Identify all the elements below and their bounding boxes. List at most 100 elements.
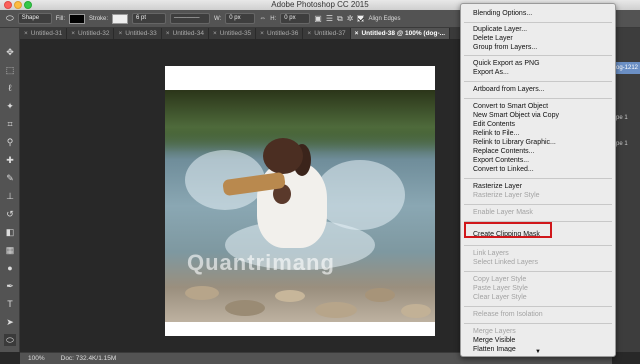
tab-untitled-36[interactable]: × Untitled-36 [256, 28, 304, 39]
healing-brush-icon[interactable]: ✚ [4, 154, 16, 166]
tab-untitled-35[interactable]: × Untitled-35 [209, 28, 257, 39]
right-panels: og-1212 pe 1 pe 1 [612, 28, 640, 352]
tab-close-icon[interactable]: × [71, 28, 75, 39]
fill-label: Fill: [55, 15, 66, 22]
shape-tool-icon[interactable]: ⬭ [6, 13, 14, 24]
menu-item-convert-to-linked[interactable]: Convert to Linked... [473, 165, 534, 174]
ellipse-tool-icon[interactable]: ⬭ [4, 334, 16, 346]
menu-item-duplicate-layer[interactable]: Duplicate Layer... [473, 25, 527, 34]
height-input[interactable]: 0 px [280, 13, 311, 24]
menu-item-merge-layers: Merge Layers [473, 328, 516, 335]
width-input[interactable]: 0 px [225, 13, 256, 24]
menu-separator [464, 245, 612, 246]
menu-item-relink-to-file[interactable]: Relink to File... [473, 129, 519, 138]
menu-item-merge-visible[interactable]: Merge Visible [473, 336, 515, 345]
clone-stamp-icon[interactable]: ⊥ [4, 190, 16, 202]
menu-item-rasterize-layer[interactable]: Rasterize Layer [473, 182, 522, 191]
path-selection-icon[interactable]: ➤ [4, 316, 16, 328]
menu-item-rasterize-layer-style: Rasterize Layer Style [473, 192, 540, 199]
menu-item-convert-smart-object[interactable]: Convert to Smart Object [473, 102, 548, 111]
tab-untitled-32[interactable]: × Untitled-32 [67, 28, 115, 39]
clipping-mask-highlight [464, 222, 552, 238]
align-edges-checkbox[interactable] [357, 15, 365, 22]
tab-close-icon[interactable]: × [213, 28, 217, 39]
tab-untitled-38-active[interactable]: × Untitled-38 @ 100% (dog-... [350, 28, 451, 39]
move-tool-icon[interactable]: ✥ [4, 46, 16, 58]
menu-item-artboard-from-layers[interactable]: Artboard from Layers... [473, 85, 545, 94]
layer-context-menu: Blending Options... Duplicate Layer... D… [460, 3, 616, 357]
tab-close-icon[interactable]: × [24, 28, 28, 39]
tab-close-icon[interactable]: × [260, 28, 264, 39]
tab-untitled-37[interactable]: × Untitled-37 [303, 28, 351, 39]
stroke-type-select[interactable]: ────── [170, 13, 211, 24]
layer-row[interactable]: og-1212 [613, 62, 640, 74]
photoshop-window: Adobe Photoshop CC 2015 ⬭ Shape Fill: St… [0, 0, 640, 364]
menu-item-edit-contents[interactable]: Edit Contents [473, 120, 515, 129]
mode-select[interactable]: Shape [17, 13, 52, 24]
menu-item-quick-export-png[interactable]: Quick Export as PNG [473, 59, 540, 68]
tab-close-icon[interactable]: × [166, 28, 170, 39]
path-arrangement-icon[interactable]: ⧉ [337, 14, 343, 24]
crop-tool-icon[interactable]: ⌗ [4, 118, 16, 130]
menu-item-flatten-image[interactable]: Flatten Image [473, 345, 516, 352]
menu-item-group-from-layers[interactable]: Group from Layers... [473, 43, 537, 52]
history-brush-icon[interactable]: ↺ [4, 208, 16, 220]
menu-item-export-as[interactable]: Export As... [473, 68, 509, 77]
menu-separator [464, 323, 612, 324]
magic-wand-icon[interactable]: ✦ [4, 100, 16, 112]
path-alignment-icon[interactable]: ☰ [326, 14, 333, 23]
menu-separator [464, 178, 612, 179]
menu-separator [464, 306, 612, 307]
menu-item-release-from-isolation: Release from Isolation [473, 311, 543, 318]
menu-item-export-contents[interactable]: Export Contents... [473, 156, 529, 165]
tab-untitled-34[interactable]: × Untitled-34 [162, 28, 209, 39]
w-label: W: [214, 15, 222, 22]
menu-item-delete-layer[interactable]: Delete Layer [473, 34, 513, 43]
type-tool-icon[interactable]: T [4, 298, 16, 310]
marquee-tool-icon[interactable]: ⬚ [4, 64, 16, 76]
lasso-tool-icon[interactable]: ℓ [4, 82, 16, 94]
eraser-icon[interactable]: ◧ [4, 226, 16, 238]
scroll-down-arrow-icon[interactable]: ▼ [535, 349, 541, 355]
menu-separator [464, 271, 612, 272]
menu-item-select-linked-layers: Select Linked Layers [473, 259, 538, 266]
tab-close-icon[interactable]: × [307, 28, 311, 39]
menu-item-link-layers: Link Layers [473, 250, 509, 257]
link-icon[interactable]: ⇔ [259, 15, 266, 22]
stroke-width-input[interactable]: 6 pt [132, 13, 167, 24]
brush-tool-icon[interactable]: ✎ [4, 172, 16, 184]
tab-untitled-31[interactable]: × Untitled-31 [20, 28, 68, 39]
menu-item-copy-layer-style: Copy Layer Style [473, 276, 527, 283]
menu-item-replace-contents[interactable]: Replace Contents... [473, 147, 534, 156]
align-edges-label: Align Edges [368, 15, 401, 22]
menu-item-relink-library-graphic[interactable]: Relink to Library Graphic... [473, 138, 556, 147]
doc-size: Doc: 732.4K/1.15M [60, 355, 117, 362]
eyedropper-icon[interactable]: ⚲ [4, 136, 16, 148]
stroke-swatch[interactable] [112, 13, 129, 24]
menu-item-enable-layer-mask: Enable Layer Mask [473, 209, 533, 216]
menu-item-new-smart-object-copy[interactable]: New Smart Object via Copy [473, 111, 559, 120]
path-operations-icon[interactable]: ▣ [314, 14, 322, 23]
toolbox: ✥ ⬚ ℓ ✦ ⌗ ⚲ ✚ ✎ ⊥ ↺ ◧ ▦ ● ✒ T ➤ ⬭ [0, 28, 20, 352]
fill-swatch[interactable] [69, 13, 86, 24]
menu-separator [464, 98, 612, 99]
tab-close-icon[interactable]: × [118, 28, 122, 39]
stroke-label: Stroke: [89, 15, 109, 22]
layer-row[interactable]: pe 1 [613, 138, 640, 150]
menu-item-blending-options[interactable]: Blending Options... [473, 9, 532, 18]
layer-row[interactable]: pe 1 [613, 112, 640, 124]
zoom-level[interactable]: 100% [28, 353, 45, 364]
pen-tool-icon[interactable]: ✒ [4, 280, 16, 292]
watermark-text: Quantrimang [187, 250, 335, 275]
dodge-icon[interactable]: ● [4, 262, 16, 274]
tab-untitled-33[interactable]: × Untitled-33 [114, 28, 162, 39]
tab-close-icon[interactable]: × [355, 28, 359, 39]
menu-separator [464, 81, 612, 82]
document-canvas[interactable]: Quantrimang [165, 66, 435, 336]
settings-gear-icon[interactable]: ✲ [347, 14, 354, 23]
menu-item-paste-layer-style: Paste Layer Style [473, 285, 528, 292]
dog-photo: Quantrimang [165, 90, 435, 322]
gradient-icon[interactable]: ▦ [4, 244, 16, 256]
document-tab-bar: × Untitled-31 × Untitled-32 × Untitled-33 ×… [20, 28, 460, 39]
menu-separator [464, 22, 612, 23]
